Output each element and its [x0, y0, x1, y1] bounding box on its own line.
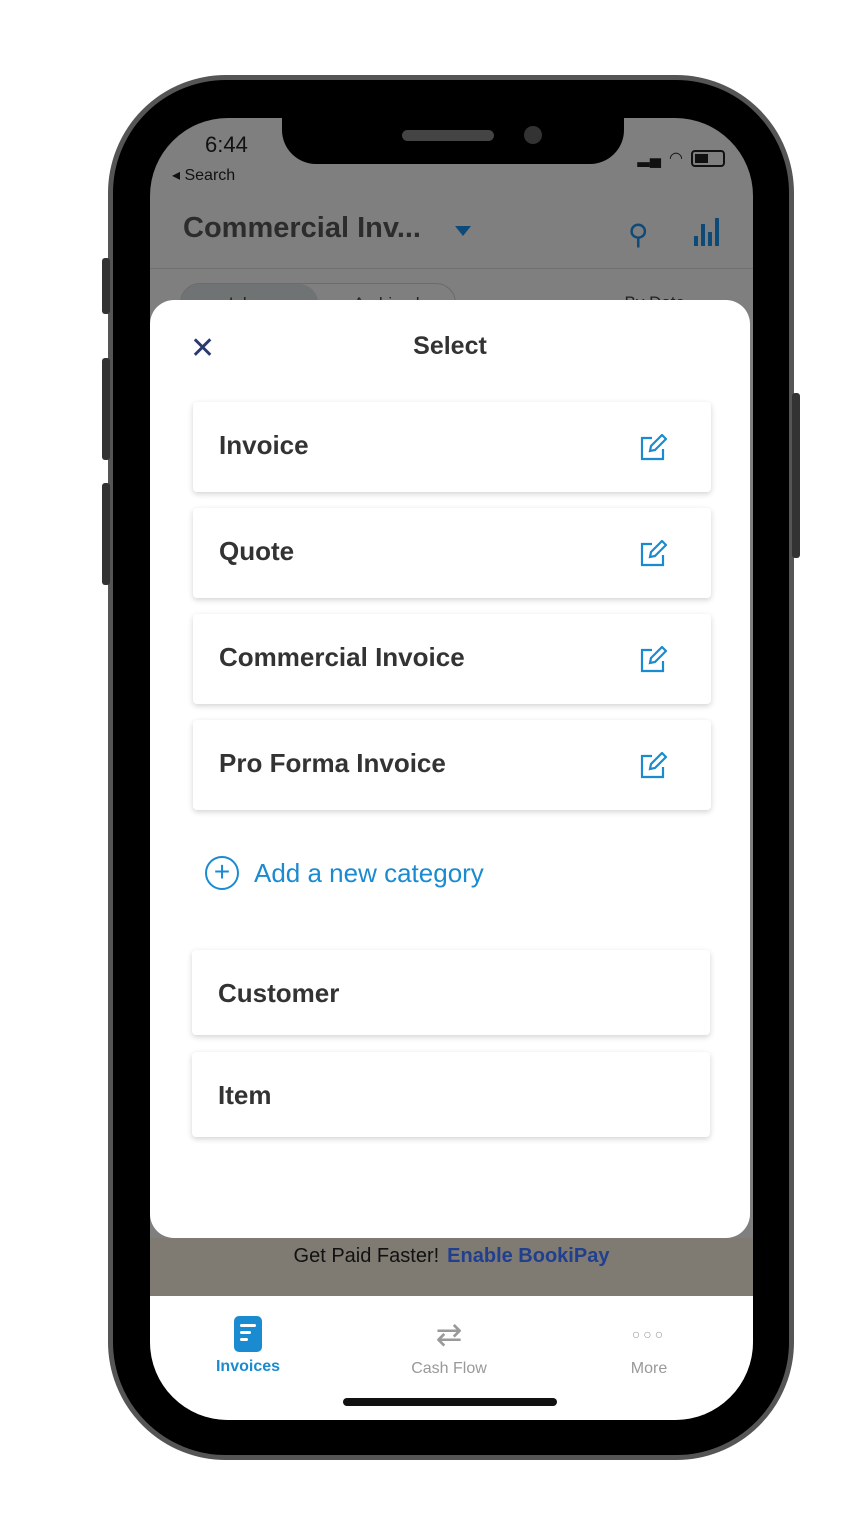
bookipay-banner: Get Paid Faster! Enable BookiPay: [150, 1238, 753, 1296]
category-commercial-invoice[interactable]: Commercial Invoice: [193, 614, 711, 704]
page-title[interactable]: Commercial Inv...: [183, 212, 421, 245]
divider: [150, 268, 753, 269]
enable-bookipay-link[interactable]: Enable BookiPay: [447, 1245, 609, 1267]
signal-icon: ▂▄: [637, 150, 662, 167]
tab-more[interactable]: ○○○ More: [579, 1314, 719, 1378]
power-button: [792, 393, 800, 558]
add-category-button[interactable]: + Add a new category: [205, 856, 484, 890]
home-indicator[interactable]: [343, 1398, 557, 1406]
tab-label: Cash Flow: [411, 1360, 487, 1377]
tab-invoices[interactable]: Invoices: [178, 1314, 318, 1376]
more-dots-icon: ○○○: [631, 1326, 667, 1342]
search-icon[interactable]: ⚲: [628, 218, 649, 251]
category-label: Invoice: [219, 430, 309, 460]
category-invoice[interactable]: Invoice: [193, 402, 711, 492]
speaker: [402, 130, 494, 141]
status-time: 6:44: [205, 132, 248, 157]
option-label: Customer: [218, 978, 340, 1008]
edit-icon[interactable]: [639, 646, 667, 674]
mute-switch: [102, 258, 110, 314]
back-to-search[interactable]: ◂ Search: [172, 165, 235, 185]
edit-icon[interactable]: [639, 752, 667, 780]
category-pro-forma-invoice[interactable]: Pro Forma Invoice: [193, 720, 711, 810]
edit-icon[interactable]: [639, 540, 667, 568]
category-label: Quote: [219, 536, 295, 566]
tab-label: More: [630, 1360, 668, 1377]
volume-down-button: [102, 483, 110, 585]
dropdown-caret-icon[interactable]: [455, 226, 471, 236]
category-label: Commercial Invoice: [219, 642, 465, 672]
invoice-doc-icon: [234, 1316, 262, 1352]
option-customer[interactable]: Customer: [192, 950, 710, 1035]
notch: [282, 118, 624, 164]
camera: [524, 126, 542, 144]
tab-bar: Invoices ⇄ Cash Flow ○○○ More: [150, 1296, 753, 1420]
battery-icon: [691, 149, 725, 167]
volume-up-button: [102, 358, 110, 460]
swap-arrows-icon: ⇄: [435, 1316, 463, 1352]
sheet-title: Select: [413, 332, 487, 360]
screen: 6:44 ◂ Search ▂▄ ◠ Commercial Inv... ⚲ I…: [150, 118, 753, 1420]
status-icons: ▂▄ ◠: [637, 148, 725, 168]
edit-icon[interactable]: [639, 434, 667, 462]
add-category-label: Add a new category: [254, 857, 484, 888]
select-sheet: ✕ Select Invoice Quote Commercial Invoic…: [150, 300, 750, 1238]
option-label: Item: [218, 1080, 272, 1110]
option-item[interactable]: Item: [192, 1052, 710, 1137]
category-quote[interactable]: Quote: [193, 508, 711, 598]
tab-label: Invoices: [215, 1358, 281, 1375]
plus-circle-icon: +: [205, 856, 239, 890]
tab-cash-flow[interactable]: ⇄ Cash Flow: [379, 1314, 519, 1378]
wifi-icon: ◠: [669, 150, 683, 167]
banner-text: Get Paid Faster!: [293, 1245, 440, 1267]
category-label: Pro Forma Invoice: [219, 748, 446, 778]
chart-icon[interactable]: [694, 218, 719, 246]
